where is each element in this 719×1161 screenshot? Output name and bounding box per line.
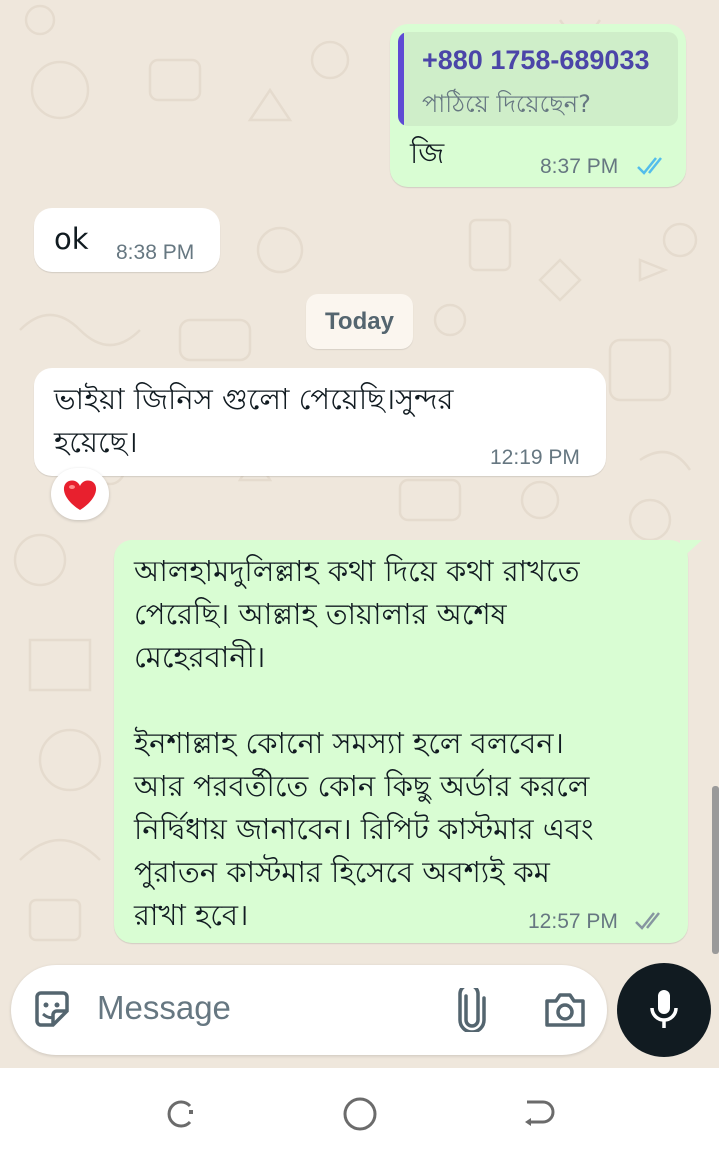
incoming-message-bubble[interactable]: ok 8:38 PM (34, 208, 220, 272)
scrollbar[interactable] (712, 786, 719, 954)
message-text-line: নির্দ্বিধায় জানাবেন। রিপিট কাস্টমার এবং (134, 812, 594, 846)
bubble-tail (680, 540, 702, 560)
incoming-message-bubble[interactable]: ভাইয়া জিনিস গুলো পেয়েছি।সুন্দর হয়েছে।… (34, 368, 606, 476)
message-text-line: রাখা হবে। (134, 898, 249, 932)
outgoing-reply-bubble[interactable]: +880 1758-689033 পাঠিয়ে দিয়েছেন? জি 8:… (390, 24, 686, 187)
quoted-text: পাঠিয়ে দিয়েছেন? (422, 90, 591, 118)
message-text-line: পুরাতন কাস্টমার হিসেবে অবশ্যই কম (134, 855, 550, 889)
message-text: জি (410, 136, 445, 170)
attach-icon[interactable] (455, 988, 489, 1032)
message-time: 8:38 PM (116, 241, 195, 264)
mic-button[interactable] (617, 963, 711, 1057)
date-divider-label: Today (325, 308, 394, 335)
message-text-line: আর পরবর্তীতে কোন কিছু অর্ডার করলে (134, 769, 590, 803)
message-time: 12:57 PM (528, 910, 618, 933)
back-icon[interactable] (521, 1096, 557, 1132)
outgoing-message-bubble[interactable]: আলহামদুলিল্লাহ কথা দিয়ে কথা রাখতে পেরেছি… (114, 540, 688, 943)
message-text: ok (54, 222, 89, 256)
quoted-message[interactable]: +880 1758-689033 পাঠিয়ে দিয়েছেন? (398, 32, 678, 126)
sticker-icon[interactable] (31, 989, 73, 1031)
message-text-line: ইনশাল্লাহ কোনো সমস্যা হলে বলবেন। (134, 726, 564, 760)
mic-icon (650, 990, 678, 1028)
message-text-line (134, 679, 594, 722)
home-icon[interactable] (341, 1095, 379, 1133)
double-check-delivered-icon (635, 912, 660, 930)
message-text-line: মেহেরবানী। (134, 640, 266, 674)
chat-area[interactable]: +880 1758-689033 পাঠিয়ে দিয়েছেন? জি 8:… (0, 0, 719, 1068)
message-text-line: ভাইয়া জিনিস গুলো পেয়েছি।সুন্দর (54, 382, 454, 416)
message-time: 12:19 PM (490, 446, 580, 469)
system-nav-bar (0, 1068, 719, 1161)
message-text-line: হয়েছে। (54, 425, 138, 459)
camera-icon[interactable] (543, 991, 587, 1029)
recents-icon[interactable] (162, 1096, 198, 1132)
double-check-read-icon (637, 157, 662, 175)
message-text-line: পেরেছি। আল্লাহ তায়ালার অশেষ (134, 597, 507, 631)
heart-icon (63, 480, 97, 510)
message-input[interactable]: Message (97, 989, 231, 1027)
date-divider: Today (306, 294, 413, 349)
reaction-badge[interactable] (51, 468, 109, 520)
quote-bar (398, 32, 404, 126)
message-composer[interactable]: Message (11, 965, 607, 1055)
message-time: 8:37 PM (540, 155, 619, 178)
message-text-line: আলহামদুলিল্লাহ কথা দিয়ে কথা রাখতে (134, 554, 580, 588)
message-text: আলহামদুলিল্লাহ কথা দিয়ে কথা রাখতে পেরেছি… (134, 550, 594, 937)
quoted-sender: +880 1758-689033 (422, 45, 650, 75)
